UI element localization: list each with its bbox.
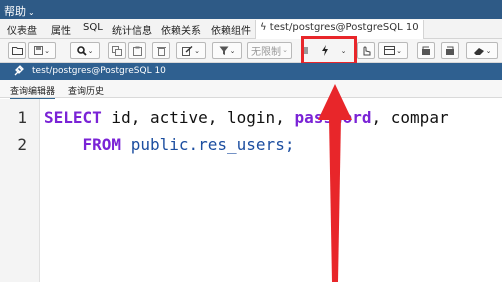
copy-button[interactable] xyxy=(108,42,126,59)
sql-text: , compar xyxy=(371,108,449,127)
eraser-icon xyxy=(473,47,484,55)
execute-highlight-box xyxy=(301,36,357,65)
sql-table: res_users; xyxy=(198,135,295,154)
line-gutter: 1 2 xyxy=(0,99,40,282)
chevron-down-icon: ⌄ xyxy=(282,46,288,54)
tab-sql[interactable]: SQL xyxy=(83,22,103,33)
code-line: SELECT id, active, login, password, comp… xyxy=(44,108,449,127)
filter-icon xyxy=(219,46,229,55)
panel-tabs: 仪表盘 属性 SQL 统计信息 依赖关系 依赖组件 ϟ test/postgre… xyxy=(0,19,502,39)
code-line: FROM public.res_users; xyxy=(44,135,295,154)
connection-title: test/postgres@PostgreSQL 10 xyxy=(32,66,166,76)
search-icon xyxy=(76,45,87,56)
chevron-down-icon: ⌄ xyxy=(44,46,50,55)
chevron-down-icon: ⌄ xyxy=(28,8,35,17)
help-menu[interactable]: 帮助 ⌄ xyxy=(4,3,35,19)
folder-icon xyxy=(11,47,23,55)
query-toolbar: ⌄ ⌄ ⌄ ⌄ 无限制 ⌄ ⌄ ⌄ ⌄ xyxy=(0,39,502,63)
editor-subtabs: 查询编辑器 查询历史 xyxy=(0,80,502,100)
chevron-down-icon: ⌄ xyxy=(194,46,200,55)
sql-editor[interactable]: 1 2 SELECT id, active, login, password, … xyxy=(0,99,502,282)
table-icon xyxy=(384,46,396,55)
explain-options-button[interactable]: ⌄ xyxy=(378,42,408,59)
tab-dependencies[interactable]: 依赖关系 xyxy=(161,22,201,37)
help-menu-label: 帮助 xyxy=(4,5,26,18)
row-limit-select[interactable]: 无限制 ⌄ xyxy=(247,42,292,59)
edit-button[interactable]: ⌄ xyxy=(176,42,206,59)
sql-text: id, active, login, xyxy=(101,108,295,127)
tab-query-editor[interactable]: 查询编辑器 xyxy=(10,84,56,100)
delete-button[interactable] xyxy=(152,42,170,59)
line-number: 2 xyxy=(17,135,27,154)
chevron-down-icon: ⌄ xyxy=(229,46,236,55)
chevron-down-icon: ⌄ xyxy=(485,46,492,55)
filter-button[interactable]: ⌄ xyxy=(212,42,242,59)
hand-icon xyxy=(363,46,371,56)
connection-bar[interactable]: test/postgres@PostgreSQL 10 xyxy=(0,63,502,80)
commit-icon xyxy=(422,46,430,55)
clear-button[interactable]: ⌄ xyxy=(466,42,498,59)
plug-icon xyxy=(14,65,24,76)
menu-bar: 帮助 ⌄ xyxy=(0,0,502,19)
explain-button[interactable] xyxy=(357,42,375,59)
tab-properties[interactable]: 属性 xyxy=(51,22,71,37)
save-icon xyxy=(34,46,44,55)
copy-icon xyxy=(112,45,122,56)
paste-icon xyxy=(132,46,142,56)
sql-keyword: password xyxy=(294,108,372,127)
tab-statistics[interactable]: 统计信息 xyxy=(112,22,152,37)
chevron-down-icon: ⌄ xyxy=(87,46,94,55)
chevron-down-icon: ⌄ xyxy=(396,46,402,55)
sql-indent xyxy=(44,135,83,154)
find-button[interactable]: ⌄ xyxy=(70,42,100,59)
tab-dashboard[interactable]: 仪表盘 xyxy=(7,22,37,37)
sql-keyword: FROM xyxy=(82,135,122,154)
row-limit-value: 无限制 xyxy=(251,47,281,58)
sql-schema: public. xyxy=(121,135,199,154)
trash-icon xyxy=(156,46,166,56)
save-button[interactable]: ⌄ xyxy=(28,42,56,59)
tab-dependents[interactable]: 依赖组件 xyxy=(211,22,251,37)
rollback-icon xyxy=(446,46,454,55)
commit-button[interactable] xyxy=(417,42,435,59)
rollback-button[interactable] xyxy=(441,42,459,59)
tab-query-history[interactable]: 查询历史 xyxy=(68,84,104,97)
open-file-button[interactable] xyxy=(8,42,26,59)
line-number: 1 xyxy=(17,108,27,127)
sql-keyword: SELECT xyxy=(44,108,102,127)
pencil-icon xyxy=(182,45,193,56)
paste-button[interactable] xyxy=(128,42,146,59)
